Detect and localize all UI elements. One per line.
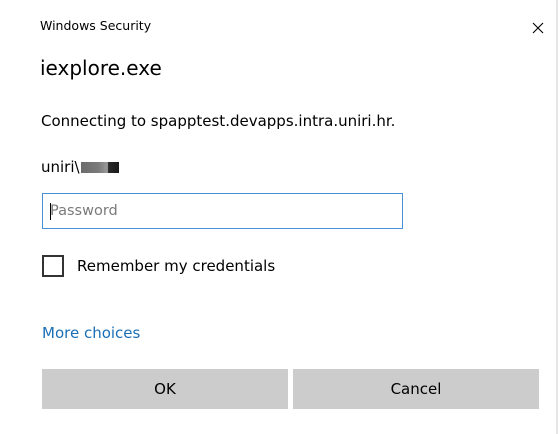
close-icon — [532, 22, 544, 34]
cancel-button[interactable]: Cancel — [293, 369, 539, 409]
ok-button[interactable]: OK — [42, 369, 288, 409]
username-text: uniri\ — [41, 158, 80, 176]
remember-credentials-checkbox[interactable] — [42, 255, 64, 277]
password-input[interactable] — [42, 193, 403, 229]
redacted-username-block — [80, 162, 119, 173]
window-left-edge — [0, 0, 14, 434]
username-row: uniri\ — [41, 156, 119, 178]
remember-credentials-label: Remember my credentials — [77, 257, 276, 275]
connecting-message: Connecting to spapptest.devapps.intra.un… — [41, 112, 396, 130]
app-name: iexplore.exe — [40, 56, 162, 80]
remember-credentials-row[interactable]: Remember my credentials — [42, 253, 275, 279]
windows-security-dialog: Windows Security iexplore.exe Connecting… — [0, 0, 558, 434]
window-title: Windows Security — [40, 18, 152, 33]
close-button[interactable] — [526, 16, 550, 40]
more-choices-link[interactable]: More choices — [42, 324, 140, 342]
text-caret — [50, 203, 51, 220]
title-bar: Windows Security — [38, 18, 518, 40]
